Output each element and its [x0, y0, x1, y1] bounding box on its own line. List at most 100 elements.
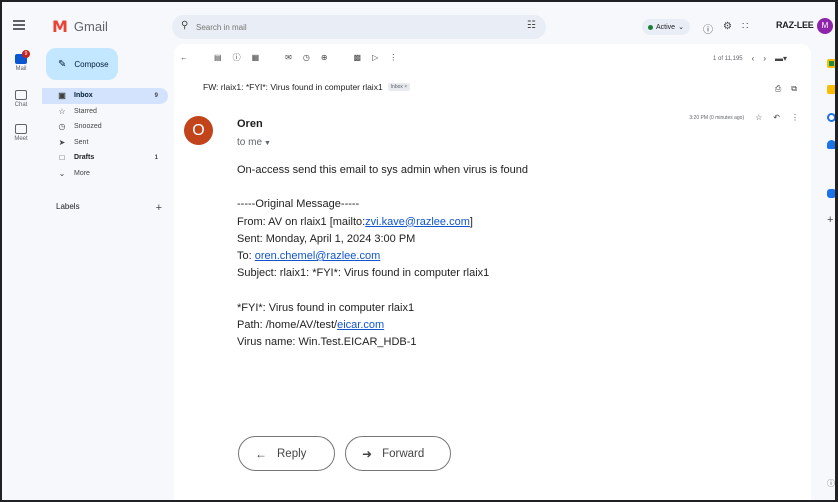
org-brand[interactable]: RAZ-LEE: [776, 20, 814, 30]
rail-item-label: Mail: [15, 66, 27, 72]
trash-icon[interactable]: ▦: [252, 53, 260, 62]
print-icon[interactable]: ⎙: [775, 84, 781, 94]
original-sent: Sent: Monday, April 1, 2024 3:00 PM: [237, 232, 416, 245]
original-subject: Subject: rlaix1: *FYI*: Virus found in c…: [237, 267, 490, 280]
sidebar-item-inbox[interactable]: ▣ Inbox 9: [42, 88, 168, 104]
reply-icon[interactable]: ↶: [773, 113, 780, 122]
snooze-icon[interactable]: ◷: [303, 53, 310, 62]
fyi-line: *FYI*: Virus found in computer rlaix1: [237, 301, 415, 314]
gmail-window: 9 Mail Chat Meet M Gmail ⚲ ☷ Active ⌄ ⓘ …: [0, 0, 838, 502]
help-icon[interactable]: ⓘ: [703, 21, 713, 36]
clock-icon: ◷: [58, 122, 66, 132]
reply-label: Reply: [277, 447, 307, 460]
status-dropdown[interactable]: Active ⌄: [642, 19, 690, 35]
sidebar-item-label: Sent: [74, 138, 89, 146]
labels-heading: Labels: [56, 202, 80, 211]
add-label-icon[interactable]: +: [156, 202, 162, 214]
archive-icon[interactable]: ▤: [214, 53, 222, 62]
sidebar-item-count: 9: [154, 92, 158, 99]
eicar-link[interactable]: eicar.com: [337, 319, 384, 331]
sender-name[interactable]: Oren: [237, 118, 263, 130]
more-vert-icon[interactable]: ⋮: [389, 53, 397, 62]
gear-icon[interactable]: ⚙: [723, 21, 732, 36]
move-to-icon[interactable]: ▩: [354, 53, 362, 62]
apps-grid-icon[interactable]: ∷: [742, 21, 748, 36]
mark-unread-icon[interactable]: ✉: [285, 53, 292, 62]
message-pane: ← ▤ ⓘ ▦ ✉ ◷ ⊕ ▩ ▷ ⋮ 1 of 11,195 ‹ › ▬▾ F…: [174, 44, 811, 500]
search-input[interactable]: [196, 19, 496, 35]
forward-button[interactable]: ➜ Forward: [345, 436, 451, 471]
active-dot-icon: [648, 24, 653, 30]
add-task-icon[interactable]: ⊕: [321, 53, 328, 62]
mail-badge: 9: [22, 50, 30, 58]
sidebar-item-label: Starred: [74, 107, 97, 115]
calendar-icon[interactable]: [827, 59, 835, 68]
search-options-icon[interactable]: ☷: [527, 20, 536, 31]
message-toolbar: ← ▤ ⓘ ▦ ✉ ◷ ⊕ ▩ ▷ ⋮: [180, 52, 397, 63]
sidebar-item-starred[interactable]: ☆ Starred: [42, 104, 168, 120]
sidebar-item-label: Inbox: [74, 92, 93, 100]
sender-avatar[interactable]: O: [184, 116, 213, 145]
from-email-link[interactable]: zvi.kave@razlee.com: [365, 216, 470, 228]
body-intro: On-access send this email to sys admin w…: [237, 164, 529, 176]
pager: 1 of 11,195 ‹ › ▬▾: [713, 54, 787, 63]
tasks-icon[interactable]: [827, 113, 835, 122]
get-addons-icon[interactable]: +: [827, 214, 833, 226]
app-rail: 9 Mail Chat Meet: [2, 2, 40, 500]
email-subject: FW: rlaix1: *FYI*: Virus found in comput…: [203, 82, 383, 92]
sidebar-item-drafts[interactable]: □ Drafts 1: [42, 150, 168, 166]
search-icon[interactable]: ⚲: [181, 20, 188, 31]
to-email-link[interactable]: oren.chemel@razlee.com: [255, 250, 381, 262]
original-message-header: -----Original Message-----: [237, 198, 360, 211]
star-icon: ☆: [58, 106, 66, 116]
main-menu-icon[interactable]: [13, 20, 25, 30]
chevron-down-icon: ⌄: [678, 24, 684, 31]
chevron-right-icon[interactable]: ›: [763, 54, 766, 63]
more-vert-icon[interactable]: ⋮: [791, 113, 799, 122]
keep-icon[interactable]: [827, 85, 835, 94]
info-icon[interactable]: ⓘ: [827, 478, 835, 489]
inbox-icon: ▣: [58, 91, 66, 101]
compose-button[interactable]: ✎ Compose: [46, 48, 118, 80]
sidebar-item-label: More: [74, 169, 90, 177]
account-avatar[interactable]: M: [817, 18, 833, 34]
compose-label: Compose: [74, 59, 109, 69]
label-icon[interactable]: ▷: [372, 53, 378, 62]
input-tools-icon[interactable]: ▬▾: [775, 54, 787, 63]
status-label: Active: [656, 23, 676, 31]
pager-text: 1 of 11,195: [713, 55, 743, 62]
sidebar-item-more[interactable]: ⌄ More: [42, 166, 168, 182]
gmail-m-icon: M: [52, 16, 68, 36]
sidebar-nav: ▣ Inbox 9 ☆ Starred ◷ Snoozed ➤ Sent □ D…: [42, 88, 168, 181]
recipient-text: to me: [237, 137, 263, 148]
star-icon[interactable]: ☆: [755, 113, 762, 122]
caret-down-icon[interactable]: ▼: [264, 140, 271, 147]
top-icons: ⓘ ⚙ ∷: [703, 21, 748, 36]
message-body: On-access send this email to sys admin w…: [237, 162, 528, 351]
labels-section: Labels +: [56, 202, 162, 214]
sidebar-item-sent[interactable]: ➤ Sent: [42, 135, 168, 151]
path-line: Path: /home/AV/test/eicar.com: [237, 318, 385, 331]
reply-button[interactable]: ← Reply: [238, 436, 335, 471]
rail-item-label: Meet: [14, 136, 28, 142]
original-to: To: oren.chemel@razlee.com: [237, 249, 381, 262]
inbox-label-chip[interactable]: Inbox ×: [387, 83, 411, 91]
rail-item-label: Chat: [14, 102, 28, 108]
open-new-window-icon[interactable]: ⧉: [791, 84, 797, 94]
sidebar-item-snoozed[interactable]: ◷ Snoozed: [42, 119, 168, 135]
contacts-icon[interactable]: [827, 140, 835, 149]
report-spam-icon[interactable]: ⓘ: [233, 52, 241, 63]
rail-item-mail[interactable]: 9 Mail: [2, 50, 40, 72]
chevron-left-icon[interactable]: ‹: [752, 54, 755, 63]
recipient-line[interactable]: to me ▼: [237, 137, 271, 148]
search-bar[interactable]: ⚲ ☷: [172, 15, 546, 39]
zoom-icon[interactable]: [827, 189, 835, 198]
gmail-logo[interactable]: M Gmail: [52, 16, 108, 36]
back-arrow-icon[interactable]: ←: [180, 53, 188, 62]
message-time: 3:20 PM (0 minutes ago): [689, 114, 745, 121]
reply-actions: ← Reply ➜ Forward: [238, 436, 451, 471]
chat-icon: [15, 90, 27, 100]
rail-item-chat[interactable]: Chat: [2, 90, 40, 108]
gmail-wordmark: Gmail: [73, 18, 108, 34]
rail-item-meet[interactable]: Meet: [2, 124, 40, 142]
